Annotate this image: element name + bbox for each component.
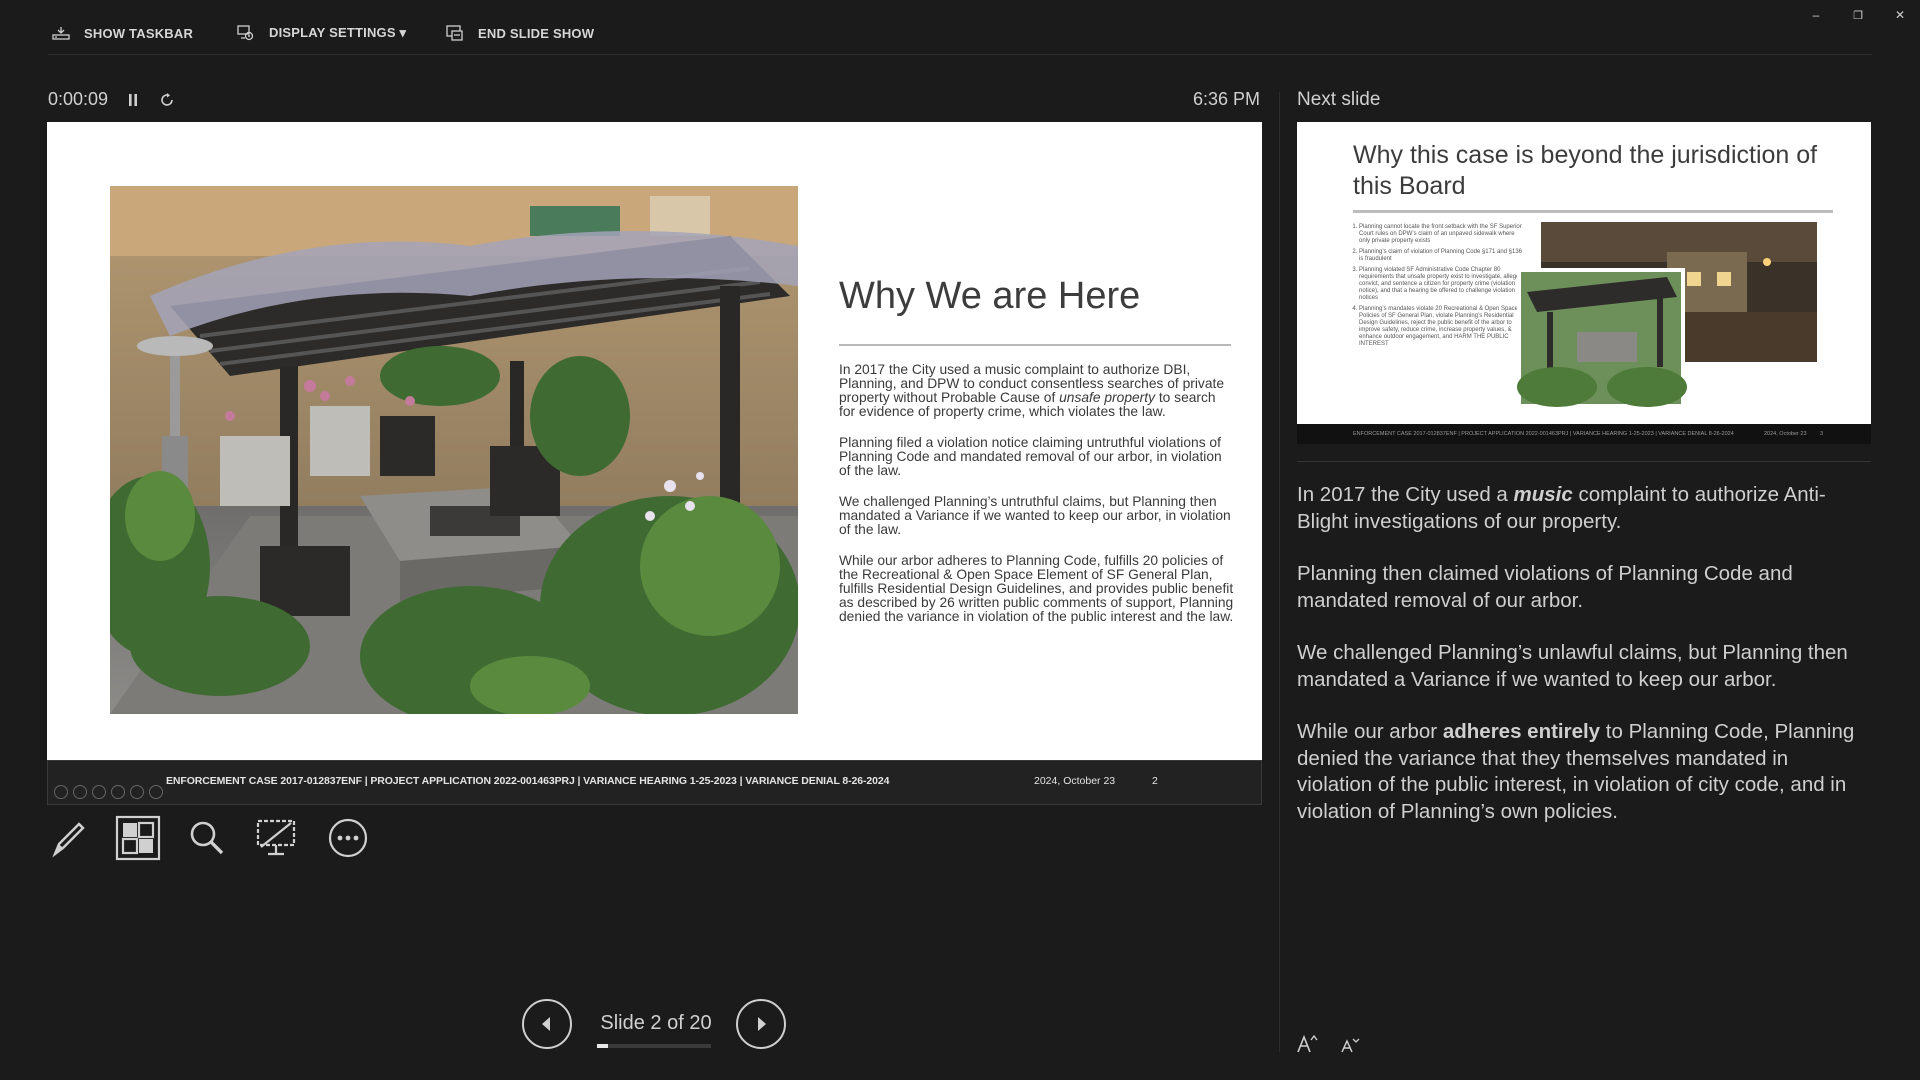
zoom-icon	[190, 821, 224, 855]
zoom-slide-button[interactable]	[184, 815, 230, 861]
more-options-button[interactable]	[325, 815, 371, 861]
next-slide-title-underline	[1353, 210, 1833, 213]
slide-counter[interactable]: Slide 2 of 20	[596, 1012, 716, 1035]
slide-paragraph-1: In 2017 the City used a music complaint …	[839, 363, 1235, 419]
close-button[interactable]: ✕	[1885, 4, 1915, 26]
black-screen-icon	[256, 819, 296, 856]
pen-tool-button[interactable]	[46, 815, 92, 861]
slide-footer: ENFORCEMENT CASE 2017-012837ENF | PROJEC…	[47, 760, 1262, 805]
slide-paragraph-2: Planning filed a violation notice claimi…	[839, 435, 1222, 478]
see-all-slides-button[interactable]	[115, 815, 161, 861]
display-settings-label: DISPLAY SETTINGS ▾	[269, 25, 407, 40]
next-slide-footer-case-text: ENFORCEMENT CASE 2017-012837ENF | PROJEC…	[1353, 431, 1734, 437]
current-time: 6:36 PM	[1192, 89, 1260, 109]
pen-tool-icon	[52, 822, 85, 858]
close-icon: ✕	[1894, 8, 1906, 22]
slide-paragraph-1-emphasis: unsafe property	[1059, 390, 1155, 405]
increase-font-button[interactable]	[1294, 1032, 1320, 1054]
reset-timer-button[interactable]	[157, 90, 177, 110]
see-all-slides-icon	[115, 815, 161, 861]
restore-icon: ❐	[1853, 9, 1863, 22]
next-slide-bullet: Planning cannot locate the front setback…	[1359, 224, 1525, 245]
mini-zoom-icon[interactable]	[130, 785, 144, 799]
slide-progress-bar	[597, 1044, 711, 1048]
next-slide-bullet: Planning violated SF Administrative Code…	[1359, 267, 1525, 302]
toolbar-divider	[48, 54, 1872, 55]
reset-timer-icon	[161, 93, 173, 106]
minimize-icon: –	[1812, 8, 1820, 22]
next-slide-icon	[758, 1017, 766, 1031]
speaker-notes[interactable]: In 2017 the City used a music complaint …	[1297, 482, 1867, 851]
slide-footer-page-number: 2	[1152, 775, 1158, 787]
pause-timer-button[interactable]	[123, 90, 143, 110]
previous-slide-button[interactable]	[522, 999, 572, 1049]
end-slideshow-button[interactable]: END SLIDE SHOW	[446, 22, 594, 44]
slide-mini-controls	[54, 785, 163, 799]
minimize-button[interactable]: –	[1801, 4, 1831, 26]
end-slideshow-icon	[446, 25, 463, 41]
slide-photo-arbor	[110, 186, 798, 714]
next-slide-title: Why this case is beyond the jurisdiction…	[1353, 141, 1818, 200]
notes-paragraph-1: In 2017 the City used a music complaint …	[1297, 482, 1867, 535]
slide-progress-fill	[597, 1044, 609, 1048]
notes-divider	[1297, 461, 1871, 462]
slide-body-text: In 2017 the City used a music complaint …	[839, 363, 1235, 641]
next-slide-label: Next slide	[1297, 89, 1381, 110]
restore-button[interactable]: ❐	[1843, 4, 1873, 26]
pause-icon	[129, 94, 137, 106]
next-slide-footer-date: 2024, October 23	[1764, 431, 1807, 437]
end-slideshow-label: END SLIDE SHOW	[478, 25, 595, 41]
slide-paragraph-4: While our arbor adheres to Planning Code…	[839, 553, 1234, 624]
mini-more-icon[interactable]	[149, 785, 163, 799]
increase-font-icon	[1297, 1034, 1318, 1053]
mini-pen-icon[interactable]	[92, 785, 106, 799]
next-slide-bullet: Planning’s claim of violation of Plannin…	[1359, 249, 1525, 263]
notes-paragraph-2: Planning then claimed violations of Plan…	[1297, 562, 1793, 612]
show-taskbar-label: SHOW TASKBAR	[84, 25, 194, 41]
next-slide-bullet: Planning’s mandates violate 20 Recreatio…	[1359, 306, 1525, 348]
title-underline	[839, 344, 1231, 346]
slide-title: Why We are Here	[839, 275, 1141, 317]
black-screen-button[interactable]	[253, 815, 299, 861]
slide-footer-case-text: ENFORCEMENT CASE 2017-012837ENF | PROJEC…	[166, 775, 890, 787]
next-slide-bullets: Planning cannot locate the front setback…	[1349, 224, 1525, 352]
slide-footer-date: 2024, October 23	[1034, 775, 1116, 787]
notes-paragraph-1-emphasis: music	[1513, 483, 1573, 506]
next-slide-preview[interactable]: Why this case is beyond the jurisdiction…	[1297, 122, 1871, 424]
next-slide-footer: ENFORCEMENT CASE 2017-012837ENF | PROJEC…	[1297, 424, 1871, 444]
next-slide-photos	[1517, 222, 1817, 408]
slide-paragraph-3: We challenged Planning’s untruthful clai…	[839, 494, 1231, 537]
next-slide-footer-page-number: 3	[1820, 431, 1824, 437]
notes-paragraph-4: While our arbor adheres entirely to Plan…	[1297, 719, 1867, 825]
notes-paragraph-4-part-a: While our arbor	[1297, 720, 1443, 743]
previous-slide-icon	[542, 1017, 550, 1031]
next-slide-button[interactable]	[736, 999, 786, 1049]
more-options-icon	[328, 818, 368, 858]
show-taskbar-button[interactable]: SHOW TASKBAR	[52, 22, 193, 44]
decrease-font-button[interactable]	[1337, 1032, 1363, 1054]
notes-paragraph-3: We challenged Planning’s unlawful claims…	[1297, 641, 1848, 691]
presenter-toolbar: SHOW TASKBAR DISPLAY SETTINGS ▾ END SLID…	[0, 0, 1920, 64]
elapsed-timer: 0:00:09	[48, 89, 109, 109]
notes-paragraph-4-strong: adheres entirely	[1442, 720, 1601, 743]
current-slide[interactable]: Why We are Here In 2017 the City used a …	[47, 122, 1262, 760]
notes-paragraph-1-part-a: In 2017 the City used a	[1297, 483, 1514, 506]
display-settings-button[interactable]: DISPLAY SETTINGS ▾	[237, 22, 406, 44]
panel-divider	[1279, 92, 1280, 1052]
show-taskbar-icon	[52, 27, 70, 40]
mini-prev-icon[interactable]	[54, 785, 68, 799]
display-settings-icon	[237, 25, 254, 41]
mini-next-icon[interactable]	[73, 785, 87, 799]
mini-slides-icon[interactable]	[111, 785, 125, 799]
decrease-font-icon	[1341, 1038, 1360, 1053]
